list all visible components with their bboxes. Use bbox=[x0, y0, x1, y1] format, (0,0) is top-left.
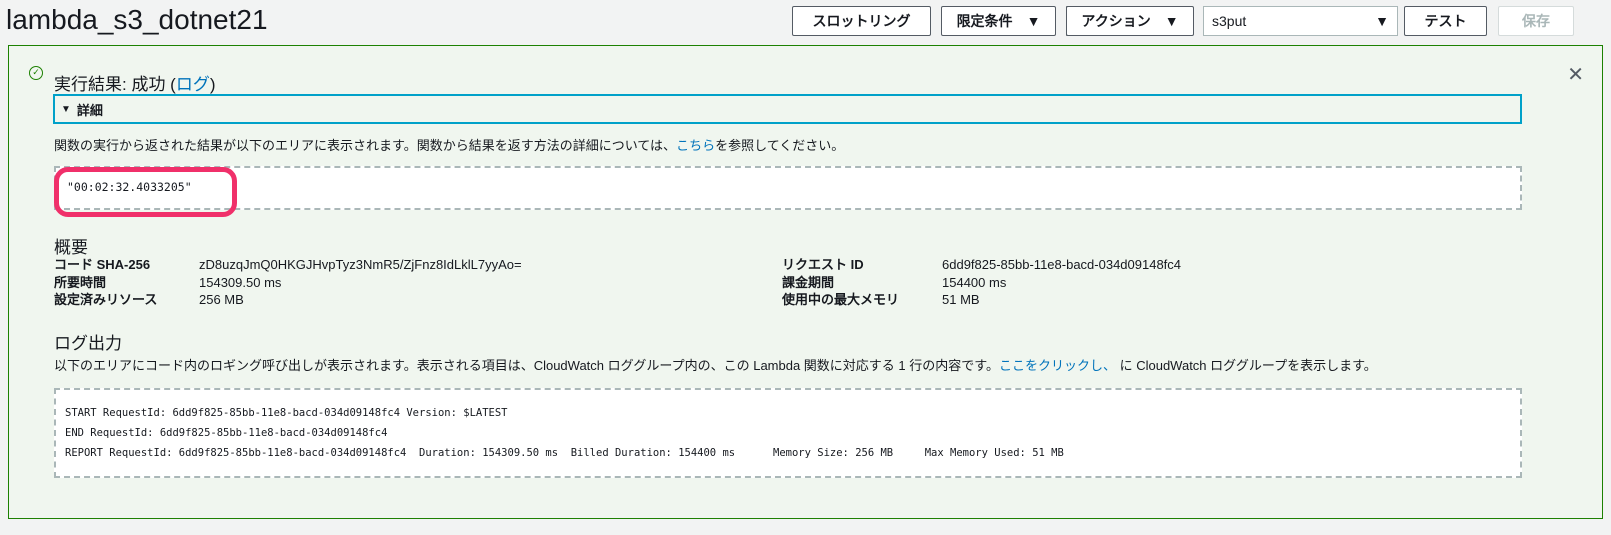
log-line: START RequestId: 6dd9f825-85bb-11e8-bacd… bbox=[65, 407, 508, 419]
function-title: lambda_s3_dotnet21 bbox=[6, 4, 268, 35]
paren: ) bbox=[209, 75, 216, 94]
caret-down-icon: ▼ bbox=[1164, 13, 1179, 29]
cloudwatch-link[interactable]: ここをクリックし、 bbox=[999, 358, 1116, 373]
qualifiers-label: 限定条件 bbox=[956, 13, 1013, 29]
summary-row: リクエスト ID 6dd9f825-85bb-11e8-bacd-034d0914… bbox=[782, 256, 1181, 274]
throttle-label: スロットリング bbox=[812, 13, 911, 29]
caret-down-icon: ▼ bbox=[61, 103, 71, 115]
summary-row: 設定済みリソース 256 MB bbox=[54, 291, 522, 309]
details-label: 詳細 bbox=[76, 102, 103, 118]
log-line: END RequestId: 6dd9f825-85bb-11e8-bacd-0… bbox=[65, 427, 388, 439]
result-description: 関数の実行から返された結果が以下のエリアに表示されます。関数から結果を返す方法の… bbox=[54, 135, 844, 154]
summary-value: zD8uzqJmQ0HKGJHvpTyz3NmR5/ZjFnz8IdLklL7y… bbox=[199, 257, 522, 272]
actions-label: アクション bbox=[1081, 13, 1151, 29]
summary-row: 課金期間 154400 ms bbox=[782, 274, 1181, 292]
test-button[interactable]: テスト bbox=[1404, 6, 1487, 36]
save-label: 保存 bbox=[1522, 13, 1550, 29]
result-output: "00:02:32.4033205" bbox=[54, 166, 1522, 210]
result-status: 実行結果: 成功 ( bbox=[54, 75, 176, 94]
log-description: 以下のエリアにコード内のロギング呼び出しが表示されます。表示される項目は、Clo… bbox=[54, 355, 1377, 374]
throttle-button[interactable]: スロットリング bbox=[792, 6, 931, 36]
summary-key: 課金期間 bbox=[782, 274, 835, 290]
execution-result-panel: ✓ 実行結果: 成功 (ログ) ✕ ▼ 詳細 関数の実行から返された結果が以下のエ… bbox=[8, 45, 1603, 519]
log-heading: ログ出力 bbox=[54, 334, 122, 353]
summary-heading: 概要 bbox=[54, 238, 88, 257]
summary-value: 154309.50 ms bbox=[199, 274, 282, 290]
help-link[interactable]: こちら bbox=[676, 138, 715, 153]
summary-key: 所要時間 bbox=[54, 274, 107, 290]
caret-down-icon: ▼ bbox=[1026, 13, 1041, 29]
close-icon[interactable]: ✕ bbox=[1567, 62, 1584, 87]
log-line: REPORT RequestId: 6dd9f825-85bb-11e8-bac… bbox=[65, 447, 1064, 459]
summary-key: リクエスト ID bbox=[782, 257, 864, 272]
actions-dropdown[interactable]: アクション ▼ bbox=[1066, 6, 1194, 36]
summary-right: リクエスト ID 6dd9f825-85bb-11e8-bacd-034d0914… bbox=[782, 256, 1181, 309]
summary-row: コード SHA-256 zD8uzqJmQ0HKGJHvpTyz3NmR5/ZjF… bbox=[54, 256, 522, 274]
summary-value: 256 MB bbox=[199, 292, 244, 307]
desc-text: を参照してください。 bbox=[715, 138, 845, 153]
summary-row: 所要時間 154309.50 ms bbox=[54, 274, 522, 292]
log-output: START RequestId: 6dd9f825-85bb-11e8-bacd… bbox=[54, 388, 1522, 478]
result-title: 実行結果: 成功 (ログ) bbox=[54, 70, 216, 95]
save-button[interactable]: 保存 bbox=[1498, 6, 1574, 36]
success-check-icon: ✓ bbox=[29, 66, 43, 80]
summary-value: 51 MB bbox=[942, 292, 980, 307]
qualifiers-dropdown[interactable]: 限定条件 ▼ bbox=[941, 6, 1056, 36]
desc-text: に CloudWatch ロググループを表示します。 bbox=[1115, 358, 1377, 373]
summary-key: 使用中の最大メモリ bbox=[782, 292, 900, 307]
desc-text: 以下のエリアにコード内のロギング呼び出しが表示されます。表示される項目は、Clo… bbox=[54, 358, 999, 373]
caret-down-icon: ▼ bbox=[1375, 13, 1389, 29]
desc-text: 関数の実行から返された結果が以下のエリアに表示されます。関数から結果を返す方法の… bbox=[54, 138, 677, 153]
summary-left: コード SHA-256 zD8uzqJmQ0HKGJHvpTyz3NmR5/ZjF… bbox=[54, 256, 522, 309]
summary-value: 6dd9f825-85bb-11e8-bacd-034d09148fc4 bbox=[942, 257, 1182, 272]
summary-key: コード SHA-256 bbox=[54, 257, 151, 272]
log-link[interactable]: ログ bbox=[176, 75, 210, 94]
test-event-value: s3put bbox=[1212, 13, 1247, 29]
test-label: テスト bbox=[1424, 13, 1467, 29]
details-toggle[interactable]: ▼ 詳細 bbox=[53, 94, 1522, 124]
highlight-annotation bbox=[54, 167, 237, 217]
test-event-select[interactable]: s3put ▼ bbox=[1203, 6, 1398, 36]
summary-value: 154400 ms bbox=[942, 274, 1007, 290]
summary-row: 使用中の最大メモリ 51 MB bbox=[782, 291, 1181, 309]
summary-key: 設定済みリソース bbox=[54, 292, 158, 307]
